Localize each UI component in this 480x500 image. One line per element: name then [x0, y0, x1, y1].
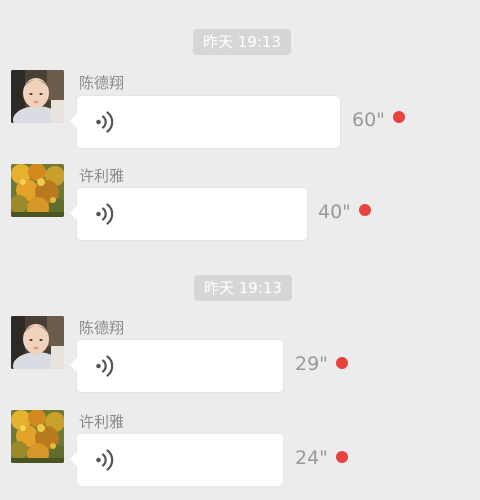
sender-name: 许利雅 [79, 167, 125, 185]
voice-duration: 60" [352, 109, 385, 131]
voice-message-bubble[interactable] [70, 340, 283, 392]
voice-wave-icon [94, 448, 116, 472]
voice-wave-icon [94, 202, 116, 226]
voice-duration: 40" [318, 201, 351, 223]
voice-message-bubble[interactable] [70, 434, 283, 486]
voice-message-bubble[interactable] [70, 96, 340, 148]
message-row: 陈德翔 29" [0, 316, 480, 406]
sender-name: 陈德翔 [79, 74, 125, 92]
voice-wave-icon [94, 354, 116, 378]
voice-duration: 29" [295, 353, 328, 375]
voice-wave-icon [94, 110, 116, 134]
avatar[interactable] [11, 70, 64, 123]
chat-view: 昨天 19:13 陈德翔 60" 许利雅 40" 昨天 19:13 陈德翔 29… [0, 0, 480, 486]
sender-name: 许利雅 [79, 413, 125, 431]
timestamp-badge: 昨天 19:13 [193, 29, 291, 55]
avatar[interactable] [11, 164, 64, 217]
voice-message-bubble[interactable] [70, 188, 307, 240]
avatar[interactable] [11, 316, 64, 369]
tree-avatar-image [11, 164, 64, 217]
timestamp-badge: 昨天 19:13 [194, 275, 292, 301]
unread-dot [336, 451, 348, 463]
tree-avatar-image [11, 410, 64, 463]
sender-name: 陈德翔 [79, 319, 125, 337]
unread-dot [393, 111, 405, 123]
baby-avatar-image [11, 316, 64, 369]
avatar[interactable] [11, 410, 64, 463]
message-row: 许利雅 24" [0, 410, 480, 500]
message-row: 陈德翔 60" [0, 70, 480, 160]
unread-dot [336, 357, 348, 369]
unread-dot [359, 204, 371, 216]
baby-avatar-image [11, 70, 64, 123]
message-row: 许利雅 40" [0, 164, 480, 254]
voice-duration: 24" [295, 447, 328, 469]
